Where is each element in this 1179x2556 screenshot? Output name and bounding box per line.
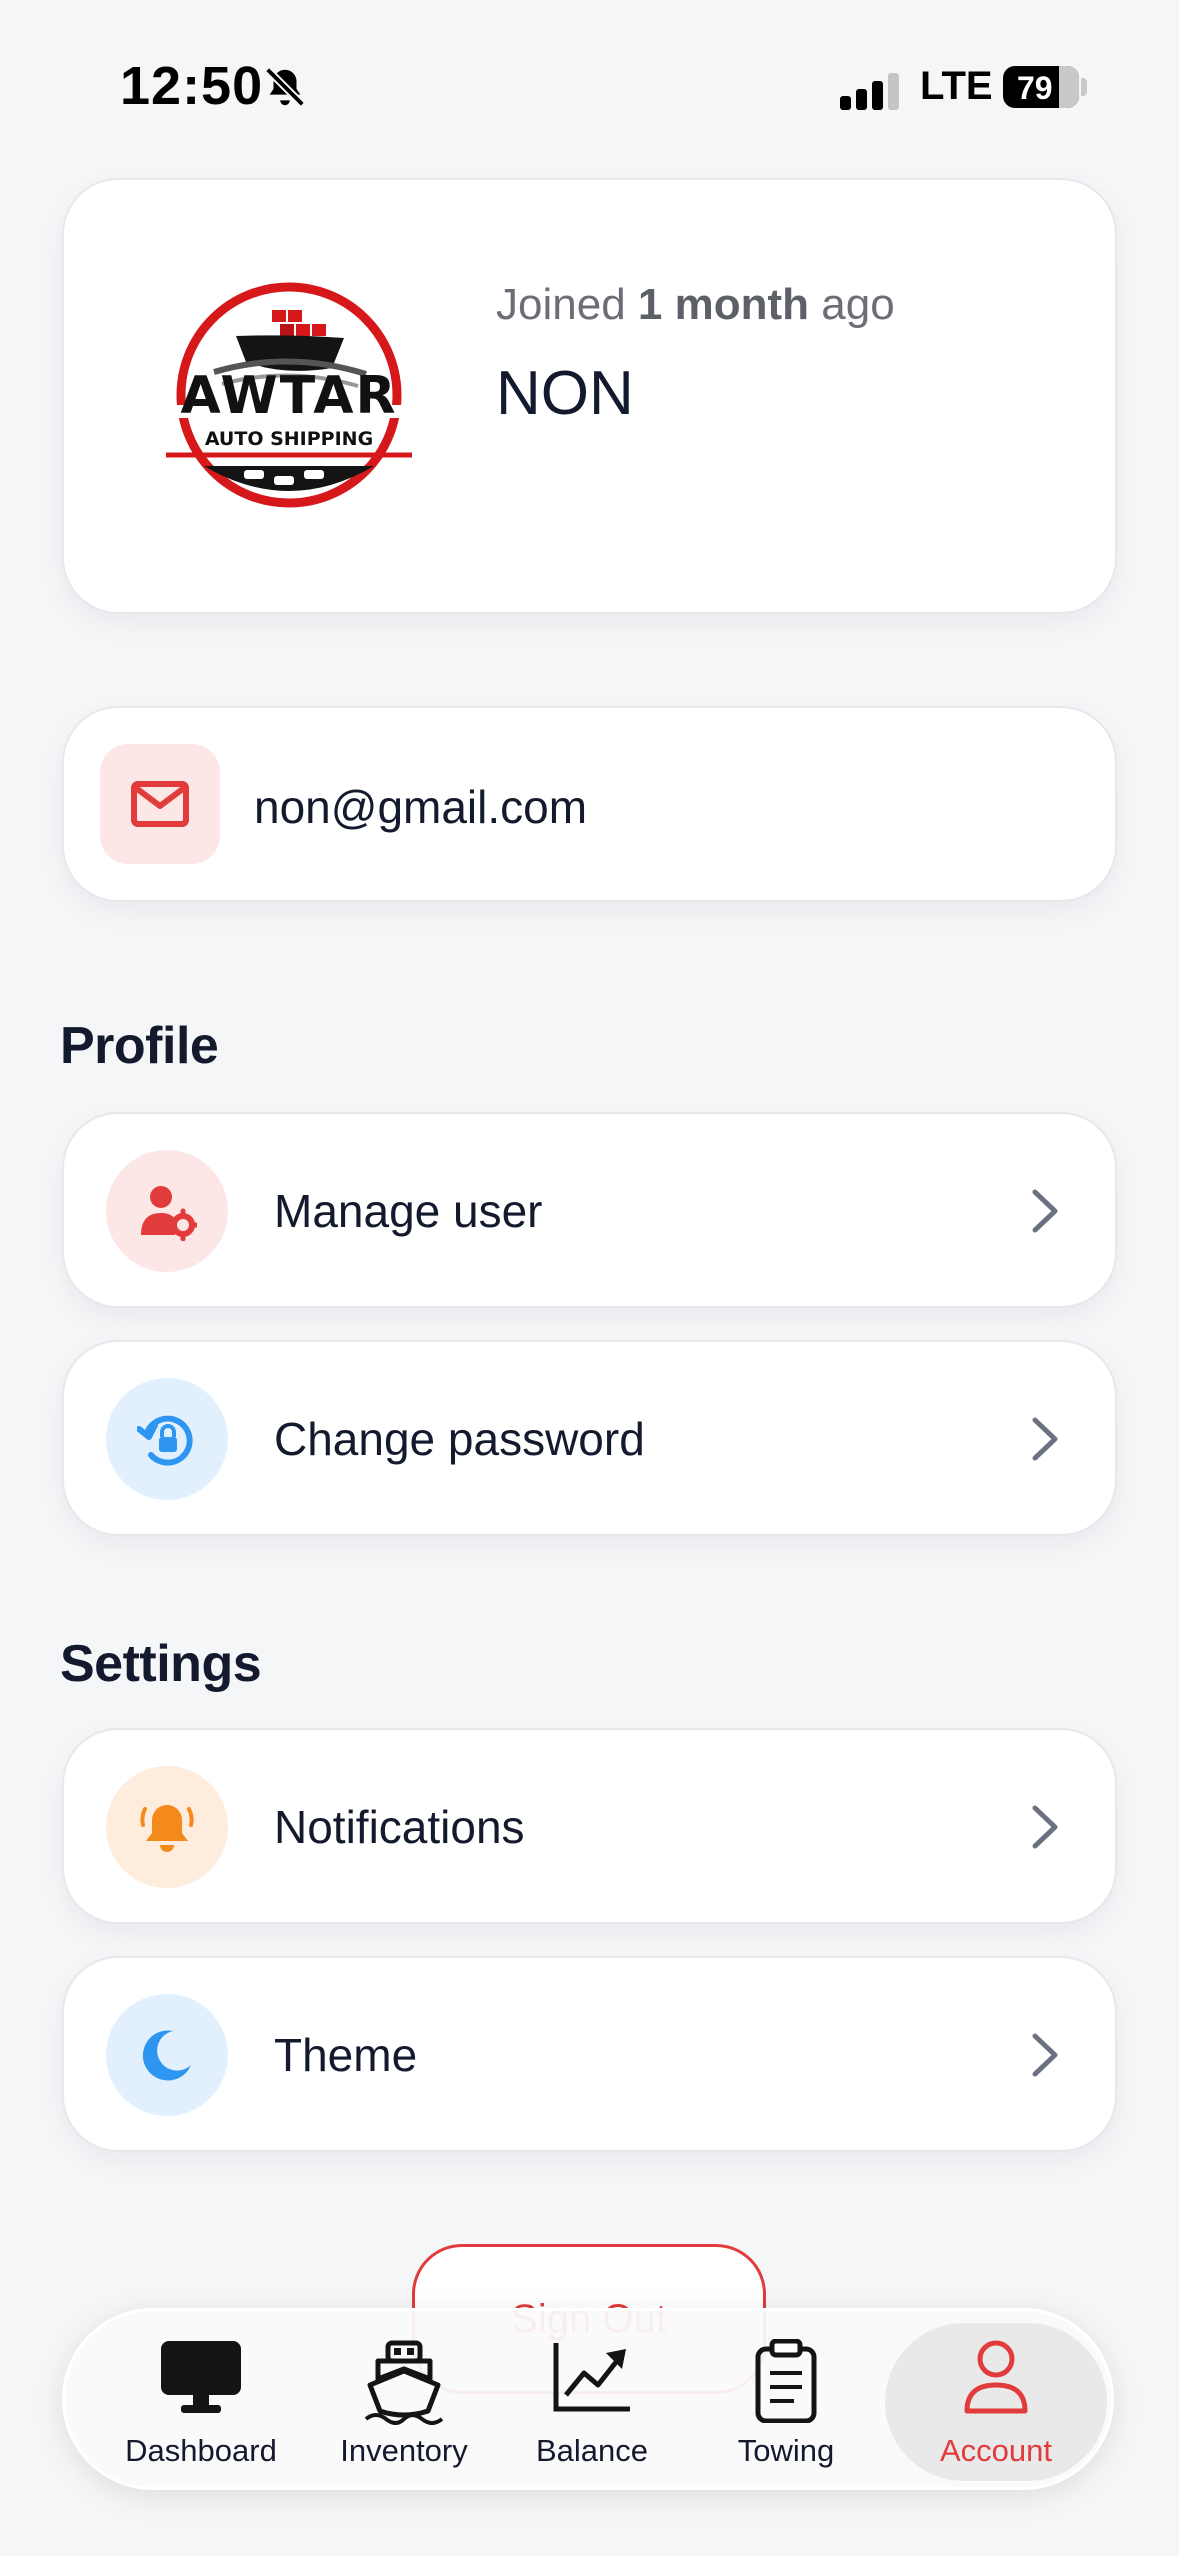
- nav-account-label: Account: [939, 2433, 1052, 2468]
- bell-icon: [106, 1766, 228, 1888]
- moon-icon: [106, 1994, 228, 2116]
- lock-reset-icon: [106, 1378, 228, 1500]
- battery-level: 79: [1017, 70, 1053, 106]
- nav-account[interactable]: Account: [885, 2311, 1107, 2493]
- user-name: NON: [496, 359, 634, 428]
- awtar-logo: AWTAR AUTO SHIPPING: [144, 282, 434, 508]
- monitor-icon: [161, 2341, 241, 2413]
- email-card: non@gmail.com: [62, 706, 1117, 902]
- nav-dashboard-label: Dashboard: [125, 2433, 277, 2468]
- ship-icon: [364, 2340, 444, 2425]
- chevron-right-icon: [1032, 1417, 1058, 1461]
- theme-label: Theme: [274, 2029, 418, 2081]
- theme-row[interactable]: Theme: [62, 1956, 1117, 2152]
- nav-towing[interactable]: Towing: [711, 2311, 861, 2493]
- clipboard-icon: [755, 2339, 817, 2423]
- settings-section-title: Settings: [60, 1635, 262, 1693]
- profile-section-title: Profile: [60, 1017, 219, 1075]
- nav-inventory-label: Inventory: [340, 2433, 468, 2468]
- battery-cap: [1081, 78, 1087, 96]
- nav-balance[interactable]: Balance: [513, 2311, 671, 2493]
- chevron-right-icon: [1032, 2033, 1058, 2077]
- trending-up-icon: [553, 2343, 630, 2412]
- bell-off-icon: [265, 67, 305, 107]
- status-bar: 12:50 LTE 79: [0, 0, 1179, 170]
- email-text: non@gmail.com: [254, 781, 588, 833]
- nav-towing-label: Towing: [737, 2433, 835, 2468]
- signal-icon: [840, 70, 900, 110]
- notifications-row[interactable]: Notifications: [62, 1728, 1117, 1924]
- envelope-icon: [100, 744, 220, 864]
- notifications-label: Notifications: [274, 1801, 525, 1853]
- network-type: LTE: [920, 64, 993, 108]
- nav-dashboard[interactable]: Dashboard: [101, 2311, 301, 2493]
- chevron-right-icon: [1032, 1189, 1058, 1233]
- change-password-row[interactable]: Change password: [62, 1340, 1117, 1536]
- logo-text: AWTAR: [181, 366, 398, 426]
- joined-text: Joined 1 month ago: [496, 280, 895, 329]
- battery-icon: 79: [1003, 66, 1079, 108]
- user-icon: [964, 2340, 1028, 2414]
- nav-inventory[interactable]: Inventory: [327, 2311, 481, 2493]
- nav-balance-label: Balance: [535, 2433, 649, 2468]
- status-time: 12:50: [120, 56, 264, 116]
- chevron-right-icon: [1032, 1805, 1058, 1849]
- logo-subtext: AUTO SHIPPING: [205, 428, 373, 450]
- change-password-label: Change password: [274, 1413, 645, 1465]
- profile-card: AWTAR AUTO SHIPPING Joined 1 month ago N…: [62, 178, 1117, 614]
- manage-user-row[interactable]: Manage user: [62, 1112, 1117, 1308]
- manage-user-label: Manage user: [274, 1185, 543, 1237]
- bottom-nav: Dashboard Inventory Balance Towing Accou…: [62, 2308, 1114, 2490]
- user-gear-icon: [106, 1150, 228, 1272]
